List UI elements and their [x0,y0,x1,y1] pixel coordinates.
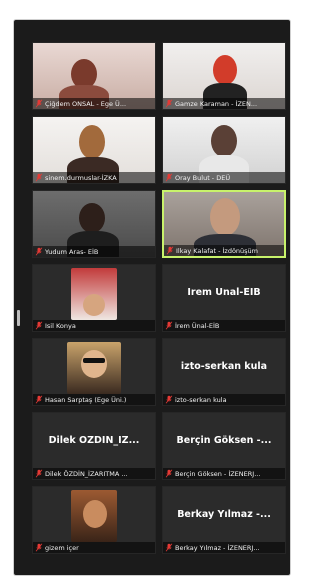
mic-muted-icon [35,321,43,330]
participant-name: Yudum Aras- EİB [45,247,99,256]
mic-muted-icon [165,395,173,404]
mic-muted-icon [35,99,43,108]
participant-video [71,490,117,542]
participant-display-name: Berçin Göksen -... [176,435,272,446]
mic-muted-icon [35,543,43,552]
mic-muted-icon [35,469,43,478]
participant-display-name: izto-serkan kula [180,361,268,372]
participant-tile[interactable]: Yudum Aras- EİB [32,190,156,258]
participant-tile[interactable]: Oray Bulut - DEÜ [162,116,286,184]
mic-muted-icon [166,246,174,255]
participant-name: Oray Bulut - DEÜ [175,173,231,182]
panel-resize-handle[interactable] [17,310,20,326]
participant-video [67,342,121,394]
participant-display-name: İrem Ünal-EİB [187,287,261,298]
video-grid: Çiğdem ONSAL - Ege Ü... Gamze Karaman - … [32,42,288,554]
participant-name: Hasan Sarptaş (Ege Üni.) [45,395,127,404]
participant-display-name: Berkay Yılmaz -... [177,509,271,520]
participant-name: gizem içer [45,543,79,552]
mic-muted-icon [165,469,173,478]
mic-muted-icon [165,543,173,552]
participant-name: Berçin Göksen - İZENERJ... [175,469,261,478]
mic-muted-icon [35,395,43,404]
participant-name: Ilkay Kalafat - İzdönüşüm [176,246,258,255]
participant-tile[interactable]: Isil Konya [32,264,156,332]
participant-name: sinem.durmuslar-İZKA [45,173,117,182]
mic-muted-icon [165,173,173,182]
participant-name: İrem Ünal-EİB [175,321,220,330]
participant-tile[interactable]: Gamze Karaman - İZEN... [162,42,286,110]
mic-muted-icon [165,321,173,330]
participant-tile[interactable]: İrem Ünal-EİB İrem Ünal-EİB [162,264,286,332]
participant-name: izto-serkan kula [175,395,227,404]
mic-muted-icon [35,247,43,256]
participant-tile[interactable]: Berçin Göksen -... Berçin Göksen - İZENE… [162,412,286,480]
meeting-window: Çiğdem ONSAL - Ege Ü... Gamze Karaman - … [14,20,290,575]
participant-tile[interactable]: Hasan Sarptaş (Ege Üni.) [32,338,156,406]
participant-tile[interactable]: Çiğdem ONSAL - Ege Ü... [32,42,156,110]
participant-video [71,268,117,320]
participant-tile-active-speaker[interactable]: Ilkay Kalafat - İzdönüşüm [162,190,286,258]
participant-display-name: Dilek ÖZDİN_İZ... [48,435,140,446]
participant-tile[interactable]: Dilek ÖZDİN_İZ... Dilek ÖZDİN_İZARITMA .… [32,412,156,480]
participant-tile[interactable]: Berkay Yılmaz -... Berkay Yılmaz - İZENE… [162,486,286,554]
participant-name: Isil Konya [45,321,76,330]
participant-tile[interactable]: sinem.durmuslar-İZKA [32,116,156,184]
participant-name: Gamze Karaman - İZEN... [175,99,258,108]
participant-tile[interactable]: izto-serkan kula izto-serkan kula [162,338,286,406]
participant-tile[interactable]: gizem içer [32,486,156,554]
participant-name: Çiğdem ONSAL - Ege Ü... [45,99,127,108]
mic-muted-icon [165,99,173,108]
mic-muted-icon [35,173,43,182]
participant-name: Dilek ÖZDİN_İZARITMA ... [45,469,128,478]
participant-name: Berkay Yılmaz - İZENERJ... [175,543,260,552]
